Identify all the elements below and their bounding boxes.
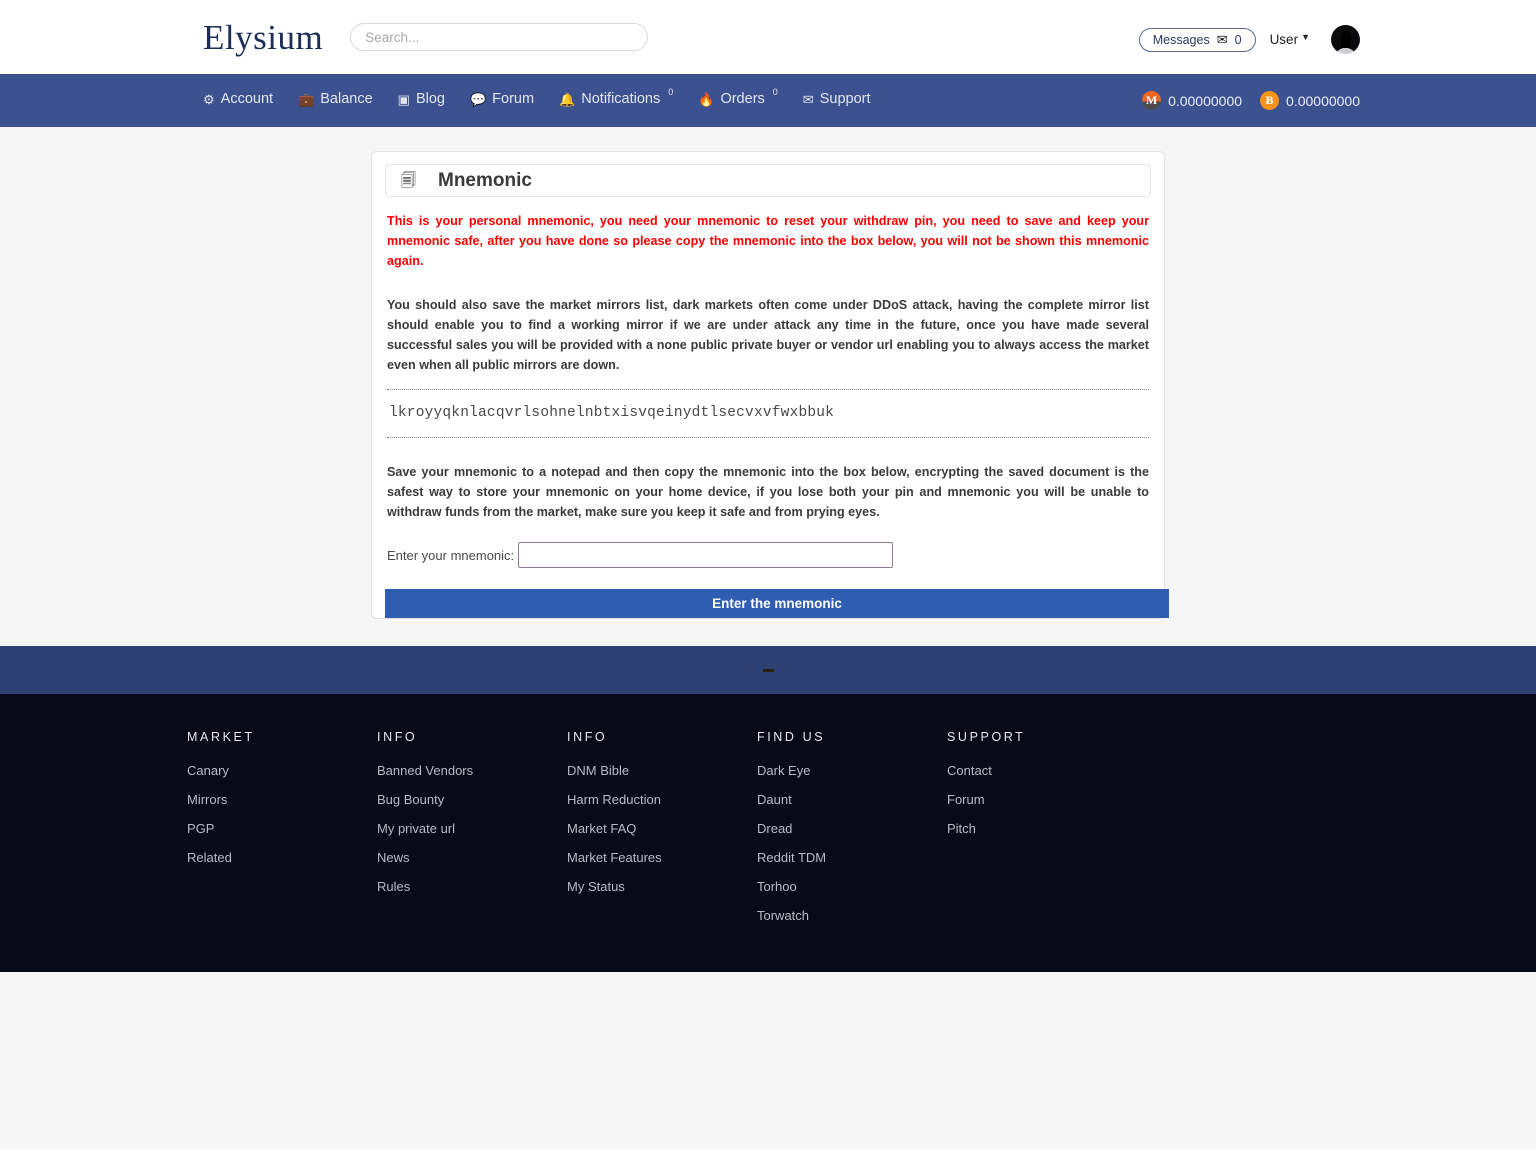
mnemonic-warning-text: This is your personal mnemonic, you need… bbox=[387, 214, 1149, 268]
messages-count: 0 bbox=[1234, 32, 1242, 47]
footer-link-harm-reduction[interactable]: Harm Reduction bbox=[567, 792, 757, 807]
chevron-down-icon: ▼ bbox=[1301, 31, 1310, 42]
nav-item-balance[interactable]: 💼 Balance bbox=[298, 91, 373, 108]
nav-label: Orders bbox=[720, 91, 765, 108]
footer-link-rules[interactable]: Rules bbox=[377, 879, 567, 894]
mnemonic-card: 🗐 Mnemonic This is your personal mnemoni… bbox=[371, 151, 1169, 619]
user-menu-label: User bbox=[1269, 32, 1299, 47]
gear-icon: ⚙ bbox=[203, 92, 215, 108]
footer-link-news[interactable]: News bbox=[377, 850, 567, 865]
nav-label: Blog bbox=[415, 91, 445, 108]
footer-link-reddit-tdm[interactable]: Reddit TDM bbox=[757, 850, 947, 865]
footer-link-pitch[interactable]: Pitch bbox=[947, 821, 1137, 836]
wallet-balances: M 0.00000000 Ƀ 0.00000000 bbox=[1142, 91, 1360, 110]
nav-label: Forum bbox=[492, 91, 535, 108]
notifications-badge: 0 bbox=[668, 87, 674, 98]
monero-icon: M bbox=[1142, 91, 1162, 110]
footer-link-torhoo[interactable]: Torhoo bbox=[757, 879, 947, 894]
footer-heading: INFO bbox=[377, 730, 418, 744]
speech-bubble-icon: 💬 bbox=[469, 92, 487, 108]
main-content: 🗐 Mnemonic This is your personal mnemoni… bbox=[0, 127, 1536, 619]
footer-heading: INFO bbox=[567, 730, 608, 744]
blog-icon: ▣ bbox=[397, 92, 410, 108]
nav-label: Account bbox=[220, 91, 274, 108]
footer-link-daunt[interactable]: Daunt bbox=[757, 792, 947, 807]
nav-item-orders[interactable]: 🔥 Orders 0 bbox=[698, 87, 778, 108]
footer-link-dread[interactable]: Dread bbox=[757, 821, 947, 836]
nav-label: Support bbox=[819, 91, 871, 108]
mnemonic-display-box: lkroyyqknlacqvrlsohnelnbtxisvqeinydtlsec… bbox=[387, 389, 1149, 438]
footer-link-mirrors[interactable]: Mirrors bbox=[187, 792, 377, 807]
messages-button[interactable]: Messages ✉ 0 bbox=[1138, 27, 1256, 52]
nav-label: Notifications bbox=[581, 91, 661, 108]
footer-columns: MARKET Canary Mirrors PGP Related INFO B… bbox=[187, 730, 1536, 937]
footer-link-canary[interactable]: Canary bbox=[187, 763, 377, 778]
footer-link-torwatch[interactable]: Torwatch bbox=[757, 908, 947, 923]
footer-link-market-faq[interactable]: Market FAQ bbox=[567, 821, 757, 836]
btc-amount: 0.00000000 bbox=[1286, 92, 1360, 109]
footer-link-pgp[interactable]: PGP bbox=[187, 821, 377, 836]
orders-badge: 0 bbox=[772, 87, 778, 98]
xmr-amount: 0.00000000 bbox=[1168, 92, 1243, 109]
nav-items: ⚙ Account 💼 Balance ▣ Blog 💬 Forum 🔔 Not… bbox=[203, 87, 871, 108]
page-title: Mnemonic bbox=[438, 169, 532, 191]
envelope-icon: ✉ bbox=[802, 92, 814, 108]
footer-link-my-private-url[interactable]: My private url bbox=[377, 821, 567, 836]
footer-link-dark-eye[interactable]: Dark Eye bbox=[757, 763, 947, 778]
messages-label: Messages bbox=[1152, 32, 1210, 47]
site-footer: MARKET Canary Mirrors PGP Related INFO B… bbox=[0, 694, 1536, 972]
save-instructions-text: Save your mnemonic to a notepad and then… bbox=[387, 465, 1149, 519]
divider-band bbox=[0, 646, 1536, 694]
mirrors-info-text: You should also save the market mirrors … bbox=[387, 298, 1149, 372]
nav-item-notifications[interactable]: 🔔 Notifications 0 bbox=[559, 87, 673, 108]
footer-link-banned-vendors[interactable]: Banned Vendors bbox=[377, 763, 567, 778]
bell-icon: 🔔 bbox=[559, 92, 576, 108]
footer-link-my-status[interactable]: My Status bbox=[567, 879, 757, 894]
footer-link-market-features[interactable]: Market Features bbox=[567, 850, 757, 865]
site-logo[interactable]: Elysium bbox=[203, 20, 323, 55]
top-bar-right: Messages ✉ 0 User ▼ bbox=[1138, 25, 1360, 54]
footer-column-support: SUPPORT Contact Forum Pitch bbox=[947, 730, 1137, 937]
user-menu[interactable]: User ▼ bbox=[1269, 31, 1310, 48]
footer-link-contact[interactable]: Contact bbox=[947, 763, 1137, 778]
nav-item-forum[interactable]: 💬 Forum bbox=[469, 91, 535, 108]
top-bar: Elysium Messages ✉ 0 User ▼ bbox=[0, 0, 1536, 74]
mnemonic-value: lkroyyqknlacqvrlsohnelnbtxisvqeinydtlsec… bbox=[389, 405, 835, 421]
nav-label: Balance bbox=[320, 91, 373, 108]
mnemonic-input-label: Enter your mnemonic: bbox=[387, 547, 515, 563]
footer-heading: MARKET bbox=[187, 730, 255, 744]
briefcase-icon: 💼 bbox=[298, 92, 315, 108]
footer-column-info-2: INFO DNM Bible Harm Reduction Market FAQ… bbox=[567, 730, 757, 937]
card-header: 🗐 Mnemonic bbox=[385, 164, 1151, 197]
footer-column-find-us: FIND US Dark Eye Daunt Dread Reddit TDM … bbox=[757, 730, 947, 937]
wallet-btc: Ƀ 0.00000000 bbox=[1260, 91, 1360, 110]
nav-item-account[interactable]: ⚙ Account bbox=[203, 91, 274, 108]
search-input[interactable] bbox=[350, 23, 649, 51]
footer-column-market: MARKET Canary Mirrors PGP Related bbox=[187, 730, 377, 937]
bitcoin-icon: Ƀ bbox=[1260, 91, 1280, 110]
enter-mnemonic-button[interactable]: Enter the mnemonic bbox=[385, 589, 1169, 618]
footer-heading: FIND US bbox=[757, 730, 826, 744]
wallet-xmr: M 0.00000000 bbox=[1142, 91, 1242, 110]
nav-item-support[interactable]: ✉ Support bbox=[802, 91, 871, 108]
footer-link-forum[interactable]: Forum bbox=[947, 792, 1137, 807]
footer-link-related[interactable]: Related bbox=[187, 850, 377, 865]
footer-link-dnm-bible[interactable]: DNM Bible bbox=[567, 763, 757, 778]
main-navigation: ⚙ Account 💼 Balance ▣ Blog 💬 Forum 🔔 Not… bbox=[0, 74, 1536, 127]
band-marker bbox=[762, 668, 774, 672]
footer-link-bug-bounty[interactable]: Bug Bounty bbox=[377, 792, 567, 807]
clone-icon: 🗐 bbox=[401, 172, 416, 189]
footer-column-info-1: INFO Banned Vendors Bug Bounty My privat… bbox=[377, 730, 567, 937]
mnemonic-form-row: Enter your mnemonic: bbox=[387, 542, 1149, 568]
avatar[interactable] bbox=[1331, 25, 1360, 54]
envelope-icon: ✉ bbox=[1216, 32, 1228, 47]
footer-heading: SUPPORT bbox=[947, 730, 1026, 744]
nav-item-blog[interactable]: ▣ Blog bbox=[397, 91, 445, 108]
card-body: This is your personal mnemonic, you need… bbox=[385, 211, 1169, 618]
flame-icon: 🔥 bbox=[698, 92, 715, 108]
mnemonic-input[interactable] bbox=[518, 542, 894, 568]
